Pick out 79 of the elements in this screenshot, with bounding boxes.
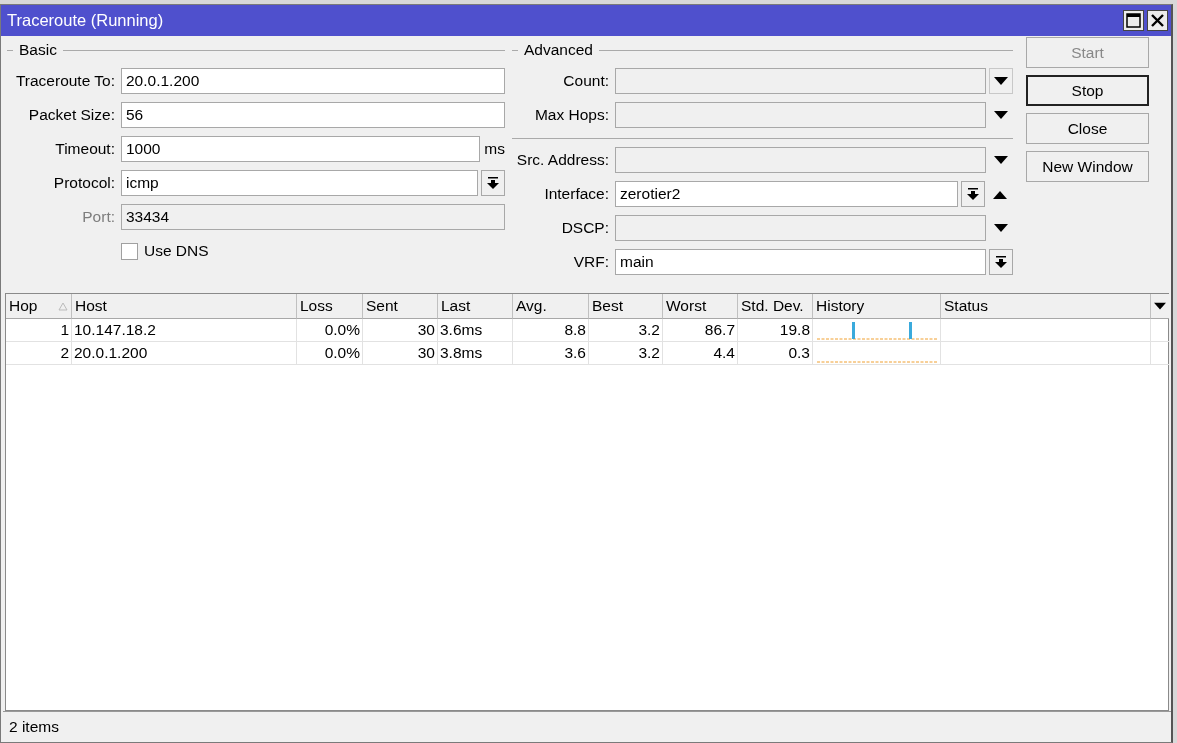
dropdown-arrow-icon: [487, 177, 499, 189]
down-arrow-icon: [994, 110, 1008, 120]
input-field[interactable]: 20.0.1.200: [121, 68, 505, 94]
input-field[interactable]: 1000: [121, 136, 481, 162]
unit-label: ms: [484, 140, 505, 158]
window-title: Traceroute (Running): [7, 11, 165, 30]
up-arrow-icon: [993, 189, 1007, 199]
field-label: DSCP:: [560, 219, 610, 237]
table-cell: 4.4: [663, 342, 738, 365]
table-cell: 0.0%: [297, 342, 363, 365]
input-field[interactable]: 56: [121, 102, 505, 128]
column-header[interactable]: Sent: [363, 294, 438, 319]
column-header[interactable]: Host: [72, 294, 297, 319]
sort-ascending-icon: [58, 301, 68, 311]
table-cell: 0.0%: [297, 319, 363, 342]
down-arrow-icon: [994, 155, 1008, 165]
column-menu-icon[interactable]: [1154, 301, 1166, 311]
field-label: Protocol:: [52, 174, 116, 192]
column-header[interactable]: Worst: [663, 294, 738, 319]
column-header[interactable]: Last: [438, 294, 513, 319]
field-label: Packet Size:: [27, 106, 116, 124]
column-header[interactable]: Hop: [6, 294, 72, 319]
field-label: Port:: [81, 208, 116, 226]
table-cell: 3.2: [589, 319, 663, 342]
input-field[interactable]: [615, 215, 986, 241]
group-title: Basic: [19, 41, 57, 59]
table-cell: 2: [6, 342, 72, 365]
close-icon: [1151, 14, 1164, 27]
column-header[interactable]: Avg.: [513, 294, 589, 319]
input-field: 33434: [121, 204, 505, 230]
field-label: Max Hops:: [533, 106, 610, 124]
table-cell: 20.0.1.200: [72, 342, 297, 365]
column-header[interactable]: Status: [941, 294, 1151, 319]
field-label: Count:: [562, 72, 610, 90]
dropdown-arrow-icon: [967, 188, 979, 200]
field-label: VRF:: [572, 253, 610, 271]
input-field[interactable]: zerotier2: [615, 181, 958, 207]
table-cell: 30: [363, 319, 438, 342]
checkbox-label: Use DNS: [144, 242, 209, 260]
input-field[interactable]: main: [615, 249, 986, 275]
dropdown-button[interactable]: [961, 181, 985, 207]
dropdown-arrow-icon: [995, 256, 1007, 268]
field-label: Src. Address:: [515, 151, 610, 169]
dropdown-button[interactable]: [989, 249, 1013, 275]
table-cell: 19.8: [738, 319, 813, 342]
table-cell: 30: [363, 342, 438, 365]
table-cell: 1: [6, 319, 72, 342]
maximize-button[interactable]: [1123, 10, 1144, 31]
column-header[interactable]: History: [813, 294, 941, 319]
dropdown-button[interactable]: [481, 170, 505, 196]
field-label: Traceroute To:: [14, 72, 116, 90]
input-field[interactable]: icmp: [121, 170, 478, 196]
checkbox[interactable]: [121, 242, 138, 260]
table-cell: 8.8: [513, 319, 589, 342]
column-header[interactable]: Loss: [297, 294, 363, 319]
table-cell: 3.2: [589, 342, 663, 365]
action-button[interactable]: Stop: [1026, 75, 1149, 106]
input-field[interactable]: [615, 102, 986, 128]
table-cell: 0.3: [738, 342, 813, 365]
group-title: Advanced: [524, 41, 593, 59]
column-header[interactable]: Best: [589, 294, 663, 319]
input-field[interactable]: [615, 68, 986, 94]
down-arrow-icon: [994, 223, 1008, 233]
table-cell: 3.6: [513, 342, 589, 365]
table-cell: 3.6ms: [438, 319, 513, 342]
maximize-icon: [1126, 13, 1141, 28]
field-label: Interface:: [543, 185, 610, 203]
input-field[interactable]: [615, 147, 986, 173]
toggle-button[interactable]: [989, 68, 1013, 94]
action-button[interactable]: New Window: [1026, 151, 1149, 182]
status-text: 2 items: [9, 717, 59, 736]
field-label: Timeout:: [54, 140, 116, 158]
down-arrow-icon: [994, 76, 1008, 86]
action-button[interactable]: Close: [1026, 113, 1149, 144]
table-cell: 86.7: [663, 319, 738, 342]
column-header[interactable]: Std. Dev.: [738, 294, 813, 319]
table-cell: 10.147.18.2: [72, 319, 297, 342]
table-cell: 3.8ms: [438, 342, 513, 365]
close-button[interactable]: [1147, 10, 1168, 31]
